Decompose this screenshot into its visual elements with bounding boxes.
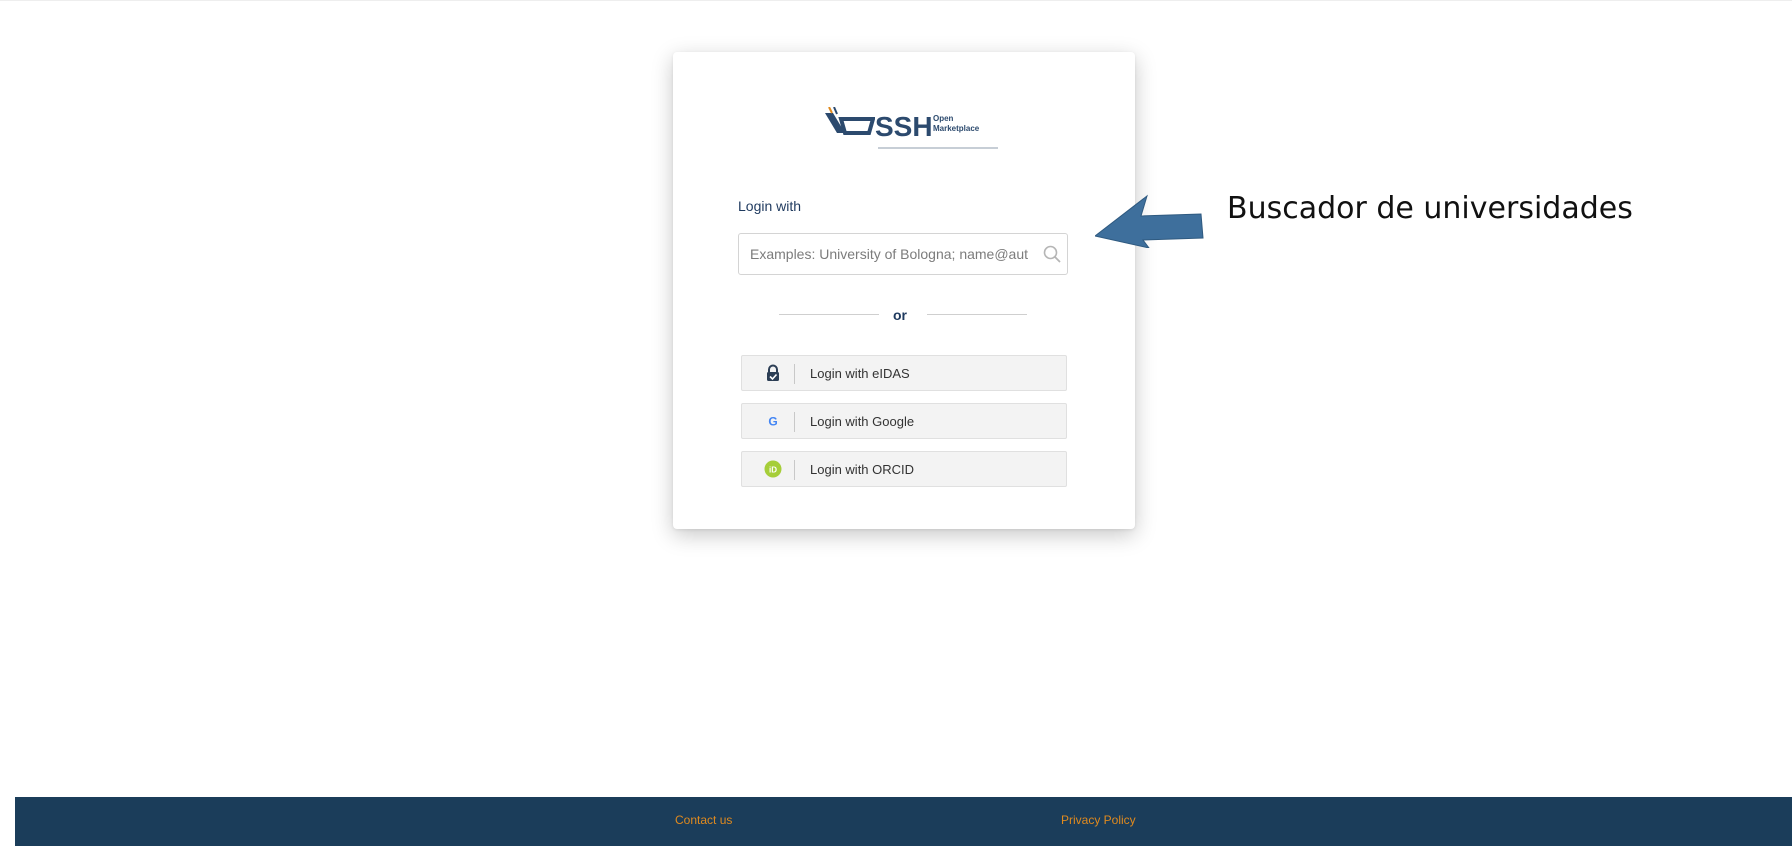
orcid-icon: iD [764, 460, 782, 478]
divider-left [779, 314, 879, 315]
privacy-policy-link[interactable]: Privacy Policy [1061, 813, 1136, 827]
top-rule [0, 0, 1792, 1]
or-separator: or [893, 307, 907, 323]
contact-us-link[interactable]: Contact us [675, 813, 732, 827]
ssh-logo: SSH Open Marketplace [823, 107, 998, 157]
logo-open-text: Open [933, 114, 954, 123]
lock-shield-icon [764, 364, 782, 382]
login-google-button[interactable]: G Login with Google [741, 403, 1067, 439]
logo-mark-icon [825, 107, 875, 135]
logo-wordmark: SSH [875, 111, 933, 142]
button-separator [794, 460, 795, 480]
login-orcid-label: Login with ORCID [810, 462, 915, 477]
login-eidas-button[interactable]: Login with eIDAS [741, 355, 1067, 391]
login-orcid-button[interactable]: iD Login with ORCID [741, 451, 1067, 487]
login-with-heading: Login with [738, 198, 802, 214]
logo-tagline [878, 147, 998, 149]
button-separator [794, 364, 795, 384]
login-google-label: Login with Google [810, 414, 915, 429]
university-search-box [738, 233, 1068, 275]
svg-text:iD: iD [769, 466, 777, 475]
university-search-input[interactable] [739, 234, 1029, 274]
footer: Contact us Privacy Policy [15, 797, 1792, 846]
annotation-label: Buscador de universidades [1227, 191, 1633, 226]
search-icon[interactable] [1043, 245, 1061, 263]
login-card: SSH Open Marketplace Login with or Login… [673, 52, 1135, 529]
annotation-arrow-icon [1095, 194, 1204, 248]
svg-text:G: G [768, 415, 777, 429]
google-icon: G [764, 412, 782, 430]
button-separator [794, 412, 795, 432]
divider-right [927, 314, 1027, 315]
login-eidas-label: Login with eIDAS [810, 366, 910, 381]
logo-marketplace-text: Marketplace [933, 124, 980, 133]
